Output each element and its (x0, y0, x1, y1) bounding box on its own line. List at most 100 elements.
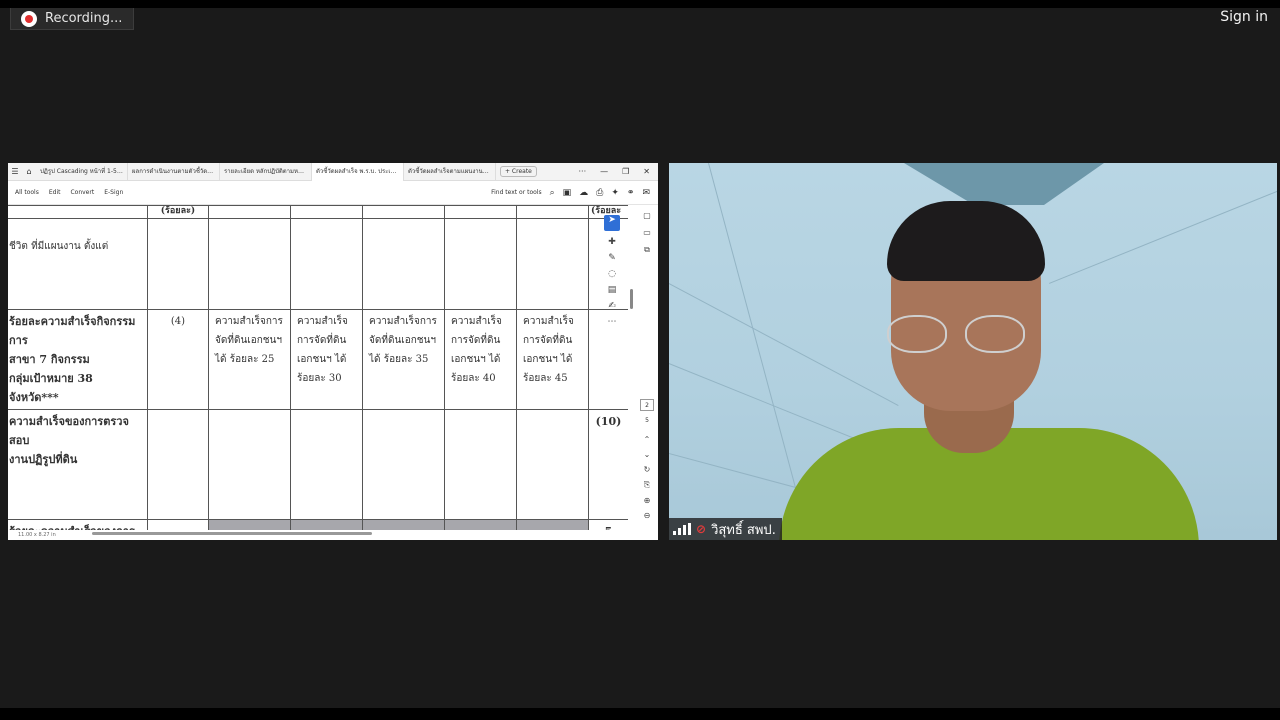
mail-icon[interactable]: ✉ (642, 188, 650, 198)
chevron-down-icon[interactable]: ⌄ (644, 450, 651, 459)
table-cell (362, 409, 445, 520)
lasso-icon[interactable]: ◌ (608, 269, 616, 279)
kpi-table: (ร้อยละ) (ร้อยละ ชีวิต ที่มีแผนงาน ตั้งแ… (8, 205, 628, 530)
table-cell (362, 218, 445, 310)
more-icon[interactable]: ··· (578, 167, 586, 176)
add-comment-icon[interactable]: ✚ (608, 237, 616, 247)
chevron-up-icon[interactable]: ⌃ (644, 435, 651, 444)
browser-tab[interactable]: รายละเอียด หลักปฏิบัติตามหน้าที่งาน ( (220, 163, 312, 181)
ai-assistant-icon[interactable]: ✦ (611, 188, 619, 198)
table-cell (8, 205, 148, 219)
select-cursor-icon[interactable]: ➤ (604, 215, 620, 231)
text-box-icon[interactable]: ▤ (608, 285, 617, 295)
browser-tab-bar: ☰ ⌂ ปฏิรูป Cascading หน้าที่ 1-57 PPT ผล… (8, 163, 658, 181)
wall-line (669, 283, 899, 406)
mic-muted-icon: ⊘ (696, 522, 707, 536)
header-cell: (ร้อยละ) (147, 205, 209, 219)
weight-cell: (4) (147, 309, 209, 410)
create-tab-button[interactable]: + Create (500, 166, 537, 177)
cloud-icon[interactable]: ☁ (579, 188, 588, 198)
target-cell: ความสำเร็จ การจัดที่ดิน เอกชนฯ ได้ ร้อยล… (290, 309, 363, 410)
participant-video-tile[interactable]: ⊘ วิสุทธิ์ สพป. (669, 163, 1277, 540)
table-cell (516, 409, 589, 520)
convert-menu[interactable]: Convert (70, 189, 94, 196)
table-cell (290, 218, 363, 310)
pdf-right-rail: ▢ ▭ ⧉ (640, 211, 654, 255)
comment-icon[interactable]: ▢ (643, 211, 651, 220)
shared-screen: ☰ ⌂ ปฏิรูป Cascading หน้าที่ 1-57 PPT ผล… (8, 163, 658, 540)
all-tools-menu[interactable]: All tools (15, 189, 39, 196)
row-label: ความสำเร็จของการตรวจสอบ งานปฏิรูปที่ดิน (8, 409, 148, 520)
close-icon[interactable]: ✕ (643, 167, 650, 176)
browser-tab-active[interactable]: ตัวชี้วัดผลสำเร็จ พ.ร.บ. ประเมินส่วน... (312, 163, 404, 181)
more-tools-icon[interactable]: ⋯ (608, 317, 617, 327)
table-cell (516, 205, 589, 219)
bookmark-icon[interactable]: ▭ (643, 228, 651, 237)
window-controls: ··· — ❐ ✕ (578, 167, 658, 176)
pages-icon[interactable]: ⧉ (644, 245, 650, 255)
recording-indicator[interactable]: Recording... (10, 8, 134, 30)
table-cell (290, 519, 363, 530)
wall-line (1049, 185, 1277, 284)
rotate-icon[interactable]: ↻ (644, 465, 651, 474)
search-icon[interactable]: ⌕ (550, 188, 555, 198)
home-icon[interactable]: ⌂ (22, 167, 36, 176)
zoom-in-icon[interactable]: ⊕ (644, 496, 651, 505)
page-navigation: ⌃ ⌄ ↻ ⎘ ⊕ ⊖ (640, 435, 654, 520)
table-cell (147, 409, 209, 520)
pdf-document: (ร้อยละ) (ร้อยละ ชีวิต ที่มีแผนงาน ตั้งแ… (8, 205, 628, 530)
table-cell (208, 205, 291, 219)
table-cell (147, 519, 209, 530)
link-icon[interactable]: ⚭ (627, 188, 635, 198)
table-cell (147, 218, 209, 310)
horizontal-scrollbar[interactable] (92, 532, 372, 535)
total-pages: 5 (645, 417, 649, 424)
row-label: ร้อยละความสำเร็จของการ ตรวจสอบสิทธิและกา… (8, 519, 148, 530)
recording-icon (21, 10, 37, 27)
print-icon[interactable]: ⎙ (596, 188, 603, 198)
meeting-stage: Recording... Sign in ☰ ⌂ ปฏิรูป Cascadin… (0, 8, 1280, 708)
row-label: ชีวิต ที่มีแผนงาน ตั้งแต่ (8, 218, 148, 310)
menu-icon[interactable]: ☰ (8, 167, 22, 176)
row-label: ร้อยละความสำเร็จกิจกรรมการ สาขา 7 กิจกรร… (8, 309, 148, 410)
participant-hair (887, 201, 1045, 281)
weight-cell: (10) (588, 409, 628, 520)
target-cell: ความสำเร็จ การจัดที่ดิน เอกชนฯ ได้ ร้อยล… (516, 309, 589, 410)
esign-menu[interactable]: E-Sign (104, 189, 123, 196)
table-cell (516, 218, 589, 310)
page-size-label: 11.00 x 8.27 in (18, 532, 56, 538)
table-cell (444, 519, 517, 530)
participant-nameplate: ⊘ วิสุทธิ์ สพป. (669, 518, 782, 540)
table-cell (444, 409, 517, 520)
pdf-quick-tools: ➤ ✚ ✎ ◌ ▤ ✍ ⋯ (601, 215, 623, 355)
ceiling-light (904, 163, 1104, 205)
zoom-out-icon[interactable]: ⊖ (644, 511, 651, 520)
pdf-toolbar: All tools Edit Convert E-Sign Find text … (8, 181, 658, 205)
browser-tab[interactable]: ผลการดำเนินงานตามตัวชี้วัด ปัจจัยที่มีอิ… (128, 163, 220, 181)
target-cell: ความสำเร็จการ จัดที่ดินเอกชนฯ ได้ ร้อยละ… (362, 309, 445, 410)
glasses-right-lens (965, 315, 1025, 353)
table-cell (516, 519, 589, 530)
recording-label: Recording... (45, 11, 123, 26)
maximize-icon[interactable]: ❐ (622, 167, 629, 176)
table-cell (208, 519, 291, 530)
edit-menu[interactable]: Edit (49, 189, 61, 196)
signal-bars-icon (673, 523, 691, 535)
minimize-icon[interactable]: — (600, 167, 608, 176)
browser-tab[interactable]: ปฏิรูป Cascading หน้าที่ 1-57 PPT (36, 163, 128, 181)
pen-icon[interactable]: ✎ (608, 253, 616, 263)
sign-icon[interactable]: ✍ (608, 301, 616, 311)
save-icon[interactable]: ▣ (563, 188, 572, 198)
participant-name: วิสุทธิ์ สพป. (711, 522, 776, 538)
sign-in-link[interactable]: Sign in (1220, 9, 1268, 25)
current-page-input[interactable]: 2 (640, 399, 654, 411)
browser-tab[interactable]: ตัวชี้วัดผลสำเร็จตามแผนงานปฏิรูปที่ดิน..… (404, 163, 496, 181)
table-cell (290, 205, 363, 219)
table-cell (362, 205, 445, 219)
table-cell (208, 409, 291, 520)
vertical-scrollbar[interactable] (630, 289, 633, 309)
find-text-label[interactable]: Find text or tools (491, 189, 541, 196)
table-cell (208, 218, 291, 310)
table-cell (444, 218, 517, 310)
save-page-icon[interactable]: ⎘ (644, 480, 650, 490)
